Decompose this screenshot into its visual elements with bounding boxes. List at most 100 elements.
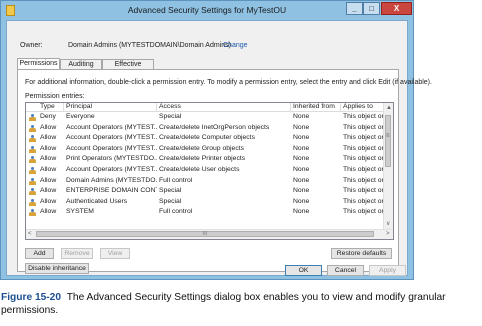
cell-applies: This object only	[343, 208, 385, 216]
scroll-down-arrow-icon[interactable]: ∨	[386, 221, 390, 227]
cell-access: Create/delete Group objects	[159, 144, 245, 152]
column-header-principal[interactable]: Principal	[66, 103, 92, 110]
column-divider[interactable]	[340, 103, 341, 111]
table-row[interactable]: Allow ENTERPRISE DOMAIN CONT... Special Non…	[26, 187, 385, 196]
cell-inherited: None	[293, 166, 310, 173]
cell-principal: Everyone	[66, 113, 95, 120]
cell-access: Special	[159, 187, 182, 195]
table-row[interactable]: Allow Print Operators (MYTESTDO... Create/…	[26, 155, 385, 164]
user-group-icon	[29, 145, 36, 153]
list-header: Type Principal Access Inherited from App…	[26, 103, 384, 112]
cell-inherited: None	[293, 176, 310, 184]
dialog-client-area: Owner: Domain Admins (MYTESTDOMAIN\Domai…	[6, 20, 432, 276]
column-header-inherited-from[interactable]: Inherited from	[293, 103, 335, 110]
scroll-right-arrow-icon[interactable]: >	[386, 231, 390, 237]
column-header-applies-to[interactable]: Applies to	[343, 103, 373, 110]
user-group-icon	[29, 198, 36, 206]
remove-button[interactable]: Remove	[61, 248, 93, 259]
cell-inherited: None	[293, 187, 310, 195]
cell-principal: Account Operators (MYTEST...	[66, 134, 157, 142]
table-row[interactable]: Allow Domain Admins (MYTESTDO... Full cont…	[26, 176, 385, 186]
table-row[interactable]: Allow Authenticated Users Special None This …	[26, 197, 385, 207]
cell-applies: This object only	[343, 197, 385, 205]
cell-inherited: None	[293, 197, 310, 205]
table-row[interactable]: Allow Account Operators (MYTEST... Create/…	[26, 123, 385, 133]
cell-inherited: None	[293, 144, 310, 152]
advanced-security-settings-window: Advanced Security Settings for MyTestOU …	[0, 0, 432, 280]
cell-applies: This object only	[343, 134, 385, 142]
disable-inheritance-button[interactable]: Disable inheritance	[25, 263, 89, 274]
scroll-left-arrow-icon[interactable]: <	[28, 231, 32, 237]
cell-inherited: None	[293, 208, 310, 216]
restore-defaults-button[interactable]: Restore defaults	[331, 248, 392, 259]
cell-principal: Print Operators (MYTESTDO...	[66, 155, 157, 163]
folder-icon	[6, 5, 15, 16]
cell-applies: This object only	[343, 166, 385, 173]
column-divider[interactable]	[63, 103, 64, 111]
scroll-grip-icon: ≡	[386, 133, 390, 139]
change-owner-link[interactable]: Change	[223, 42, 248, 49]
cell-type: Allow	[40, 197, 57, 205]
cell-type: Allow	[40, 187, 57, 195]
cancel-button[interactable]: Cancel	[327, 265, 364, 276]
ok-button[interactable]: OK	[285, 265, 322, 276]
cell-access: Create/delete Computer objects	[159, 134, 255, 142]
close-button[interactable]: X	[381, 2, 412, 15]
user-group-icon	[29, 124, 36, 132]
user-group-icon	[29, 167, 36, 174]
add-button[interactable]: Add	[25, 248, 54, 259]
column-header-access[interactable]: Access	[159, 103, 181, 110]
cell-principal: ENTERPRISE DOMAIN CONT...	[66, 187, 157, 195]
user-group-icon	[29, 188, 36, 196]
cell-principal: Account Operators (MYTEST...	[66, 166, 157, 173]
cell-inherited: None	[293, 134, 310, 142]
cell-applies: This object only	[343, 144, 385, 152]
cell-principal: Domain Admins (MYTESTDO...	[66, 176, 157, 184]
view-button[interactable]: View	[100, 248, 130, 259]
column-header-type[interactable]: Type	[40, 103, 55, 110]
figure-caption: Figure 15-20 The Advanced Security Setti…	[1, 291, 479, 317]
title-bar[interactable]: Advanced Security Settings for MyTestOU …	[1, 1, 413, 20]
minimize-button[interactable]: _	[346, 2, 363, 15]
vertical-scrollbar[interactable]: ▲ ≡ ∨	[383, 103, 393, 231]
permission-entries-list[interactable]: Type Principal Access Inherited from App…	[25, 102, 394, 240]
cell-type: Allow	[40, 166, 57, 173]
cell-access: Full control	[159, 176, 193, 184]
cell-inherited: None	[293, 155, 310, 163]
column-divider[interactable]	[290, 103, 291, 111]
cell-type: Allow	[40, 208, 57, 216]
cell-applies: This object only	[343, 113, 385, 120]
table-row[interactable]: Allow SYSTEM Full control None This object o…	[26, 208, 385, 217]
cell-type: Allow	[40, 134, 57, 142]
cell-access: Create/delete User objects	[159, 166, 240, 173]
user-group-icon	[29, 177, 36, 185]
cell-applies: This object only	[343, 155, 385, 163]
user-group-icon	[29, 156, 36, 164]
horizontal-scroll-thumb[interactable]: III	[36, 231, 374, 237]
cell-principal: Authenticated Users	[66, 197, 128, 205]
owner-label: Owner:	[20, 42, 43, 49]
table-row[interactable]: Allow Account Operators (MYTEST... Create/…	[26, 134, 385, 143]
user-group-icon	[29, 135, 36, 143]
cell-access: Create/delete Printer objects	[159, 155, 246, 163]
cell-access: Create/delete InetOrgPerson objects	[159, 123, 270, 131]
column-divider[interactable]	[156, 103, 157, 111]
cell-applies: This object only	[343, 123, 385, 131]
cell-principal: SYSTEM	[66, 208, 94, 216]
cell-type: Allow	[40, 155, 57, 163]
cell-type: Allow	[40, 123, 57, 131]
scroll-up-arrow-icon[interactable]: ▲	[386, 105, 392, 111]
cell-access: Full control	[159, 208, 193, 216]
cell-applies: This object only	[343, 187, 385, 195]
vertical-scroll-thumb[interactable]	[385, 115, 391, 167]
cell-principal: Account Operators (MYTEST...	[66, 123, 157, 131]
table-row[interactable]: Allow Account Operators (MYTEST... Create/…	[26, 166, 385, 175]
apply-button[interactable]: Apply	[369, 265, 406, 276]
table-row[interactable]: Allow Account Operators (MYTEST... Create/…	[26, 144, 385, 154]
table-row[interactable]: Deny Everyone Special None This object only	[26, 113, 385, 122]
owner-value: Domain Admins (MYTESTDOMAIN\Domain Admin…	[68, 42, 231, 49]
cell-inherited: None	[293, 123, 310, 131]
permission-entries-label: Permission entries:	[25, 93, 85, 100]
maximize-button[interactable]: □	[363, 2, 380, 15]
horizontal-scrollbar[interactable]: < III >	[26, 229, 393, 239]
